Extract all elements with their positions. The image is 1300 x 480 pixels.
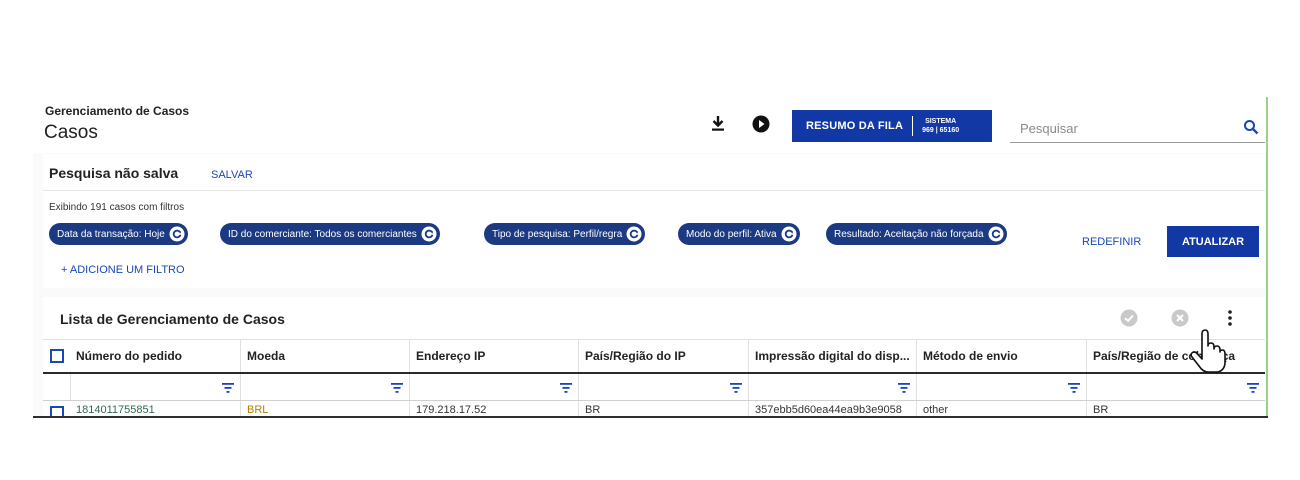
column-filter-cell — [748, 374, 916, 400]
row-select-cell — [43, 401, 70, 417]
column-header-ip-address[interactable]: Endereço IP — [409, 340, 578, 372]
column-filter-cell — [578, 374, 748, 400]
cursor-icon — [1190, 329, 1226, 373]
more-vertical-icon[interactable] — [1226, 309, 1234, 327]
ip-country-cell: BR — [578, 401, 748, 417]
table-filter-row — [43, 372, 1265, 401]
refresh-icon[interactable] — [781, 226, 797, 242]
column-filter-cell — [409, 374, 578, 400]
search-box — [1010, 113, 1265, 143]
frame-edge — [1266, 97, 1268, 417]
save-link[interactable]: SALVAR — [211, 169, 253, 181]
check-circle-icon[interactable] — [1120, 309, 1138, 327]
filter-chip-label: Modo do perfil: Ativa — [686, 228, 777, 240]
case-list-panel: Lista de Gerenciamento de Casos Número d… — [43, 297, 1265, 417]
list-title: Lista de Gerenciamento de Casos — [60, 311, 285, 327]
select-all-checkbox[interactable] — [50, 349, 64, 363]
currency-cell: BRL — [240, 401, 409, 417]
system-value: 969 | 65160 — [922, 127, 960, 134]
filter-chip-search-type[interactable]: Tipo de pesquisa: Perfil/regra — [484, 223, 646, 245]
refresh-icon[interactable] — [988, 226, 1004, 242]
device-fingerprint-cell: 357ebb5d60ea44ea9b3e9058 — [748, 401, 916, 417]
filter-icon[interactable] — [1068, 383, 1080, 393]
add-filter-link[interactable]: + ADICIONE UM FILTRO — [61, 264, 185, 276]
filter-chip-label: ID do comerciante: Todos os comerciantes — [228, 228, 417, 240]
column-filter-cell — [240, 374, 409, 400]
update-button[interactable]: ATUALIZAR — [1167, 226, 1259, 257]
queue-summary-separator — [912, 116, 914, 136]
queue-summary-label: RESUMO DA FILA — [806, 120, 904, 132]
search-input[interactable] — [1020, 118, 1230, 138]
filter-chip-profile-mode[interactable]: Modo do perfil: Ativa — [678, 223, 800, 245]
search-icon[interactable] — [1243, 119, 1259, 135]
table-header-row: Número do pedido Moeda Endereço IP País/… — [43, 339, 1265, 372]
column-header-ip-country[interactable]: País/Região do IP — [578, 340, 748, 372]
filter-icon[interactable] — [1247, 383, 1259, 393]
filter-chip-transaction-date[interactable]: Data da transação: Hoje — [49, 223, 188, 245]
table-row[interactable]: 1814011755851 BRL 179.218.17.52 BR 357eb… — [43, 401, 1265, 417]
divider — [43, 190, 1265, 191]
billing-country-cell: BR — [1086, 401, 1265, 417]
filter-chip-label: Tipo de pesquisa: Perfil/regra — [492, 228, 623, 240]
filter-chip-merchant-id[interactable]: ID do comerciante: Todos os comerciantes — [220, 223, 440, 245]
page-header: Gerenciamento de Casos Casos RESUMO DA F… — [33, 97, 1269, 153]
column-filter-cell — [70, 374, 240, 400]
refresh-icon[interactable] — [421, 226, 437, 242]
filter-icon[interactable] — [222, 383, 234, 393]
ip-address-cell: 179.218.17.52 — [409, 401, 578, 417]
order-number-cell[interactable]: 1814011755851 — [70, 401, 240, 417]
page-title: Casos — [44, 122, 98, 143]
filter-icon[interactable] — [560, 383, 572, 393]
filter-icon[interactable] — [898, 383, 910, 393]
results-count: Exibindo 191 casos com filtros — [49, 202, 185, 213]
queue-summary-button[interactable]: RESUMO DA FILA SISTEMA 969 | 65160 — [792, 110, 992, 142]
reset-link[interactable]: REDEFINIR — [1082, 236, 1141, 248]
frame-edge — [33, 416, 1268, 418]
column-header-shipping-method[interactable]: Método de envio — [916, 340, 1086, 372]
breadcrumb[interactable]: Gerenciamento de Casos — [45, 104, 189, 118]
column-header-device-fingerprint[interactable]: Impressão digital do disp... — [748, 340, 916, 372]
filter-icon[interactable] — [730, 383, 742, 393]
column-filter-cell — [1086, 374, 1265, 400]
filter-chip-result[interactable]: Resultado: Aceitação não forçada — [826, 223, 1007, 245]
refresh-icon[interactable] — [169, 226, 185, 242]
refresh-icon[interactable] — [626, 226, 642, 242]
column-header-order-number[interactable]: Número do pedido — [70, 340, 240, 372]
shipping-method-cell: other — [916, 401, 1086, 417]
play-icon[interactable] — [752, 115, 770, 133]
case-management-app: Gerenciamento de Casos Casos RESUMO DA F… — [33, 97, 1269, 417]
system-label: SISTEMA — [925, 118, 957, 125]
system-info: SISTEMA 969 | 65160 — [922, 117, 959, 135]
filter-chip-label: Resultado: Aceitação não forçada — [834, 228, 984, 240]
unsaved-search-label: Pesquisa não salva — [49, 165, 179, 181]
column-header-currency[interactable]: Moeda — [240, 340, 409, 372]
select-all-cell — [43, 340, 70, 372]
column-header-billing-country[interactable]: País/Região de cobrança — [1086, 340, 1265, 372]
filter-icon[interactable] — [391, 383, 403, 393]
cancel-circle-icon[interactable] — [1171, 309, 1189, 327]
download-icon[interactable] — [710, 114, 726, 132]
column-filter-cell — [916, 374, 1086, 400]
filter-panel: Pesquisa não salva SALVAR Exibindo 191 c… — [43, 154, 1265, 288]
filter-chip-label: Data da transação: Hoje — [57, 228, 165, 240]
filter-spacer — [43, 374, 70, 400]
